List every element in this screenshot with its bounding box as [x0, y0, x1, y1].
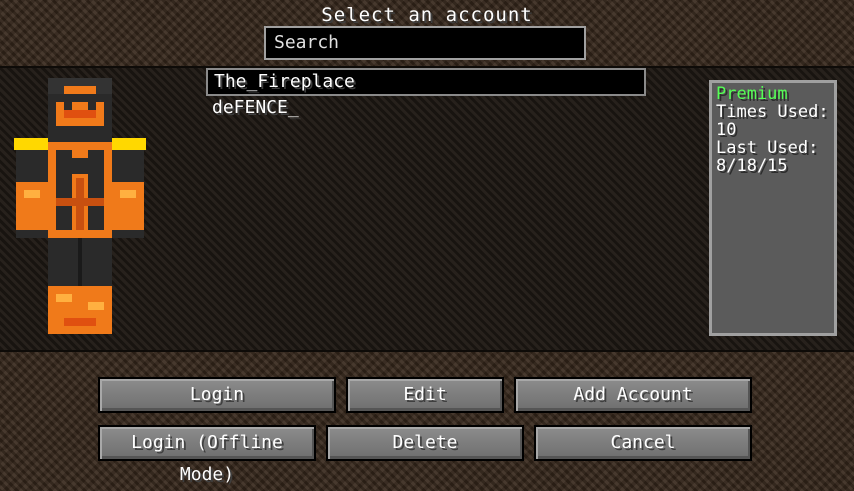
add-account-button[interactable]: Add Account	[514, 377, 752, 413]
page-title: Select an account	[321, 4, 533, 26]
edit-button[interactable]: Edit	[346, 377, 504, 413]
account-item-defence[interactable]: deFENCE_	[206, 96, 646, 124]
cancel-button[interactable]: Cancel	[534, 425, 752, 461]
account-item-the-fireplace[interactable]: The_Fireplace	[206, 68, 646, 96]
login-button[interactable]: Login	[98, 377, 336, 413]
login-offline-button[interactable]: Login (Offline Mode)	[98, 425, 316, 485]
delete-button[interactable]: Delete	[326, 425, 524, 461]
player-skin-icon	[14, 78, 146, 334]
last-used-label: Last Used:	[716, 138, 819, 158]
search-input[interactable]: Search	[264, 26, 586, 60]
account-info-panel: Premium Times Used: 10 Last Used: 8/18/1…	[709, 80, 837, 336]
account-status: Premium	[716, 84, 788, 104]
times-used-value: 10	[716, 120, 737, 140]
times-used-label: Times Used:	[716, 102, 829, 122]
last-used-value: 8/18/15	[716, 156, 788, 176]
